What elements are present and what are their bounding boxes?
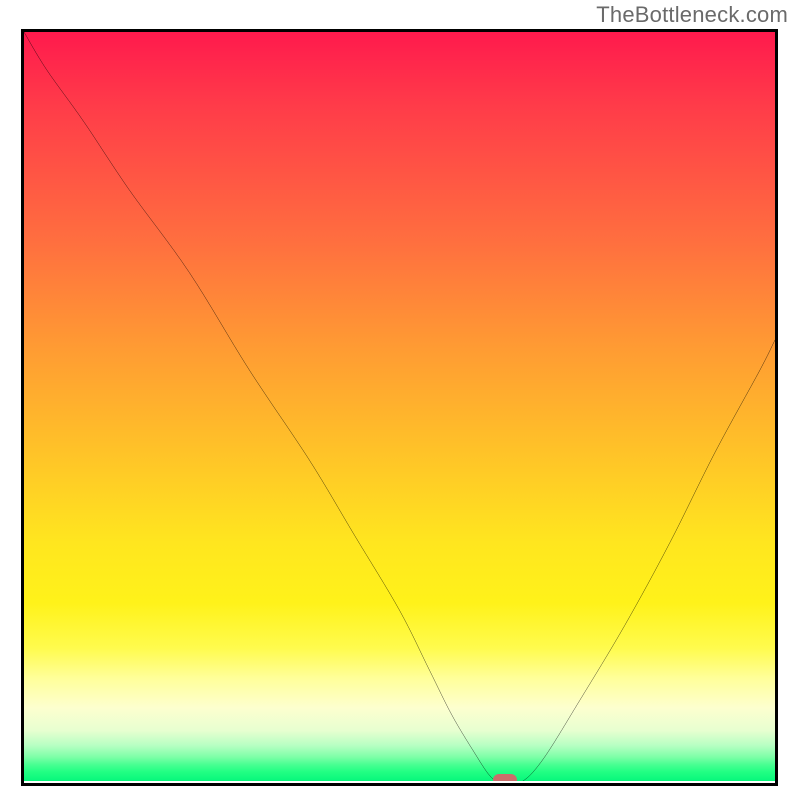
- curve-path: [24, 32, 775, 783]
- watermark-text: TheBottleneck.com: [596, 2, 788, 28]
- baseline-strip: [24, 781, 775, 783]
- chart-frame: [21, 29, 778, 786]
- bottleneck-curve: [24, 32, 775, 783]
- optimal-point-marker: [493, 774, 517, 786]
